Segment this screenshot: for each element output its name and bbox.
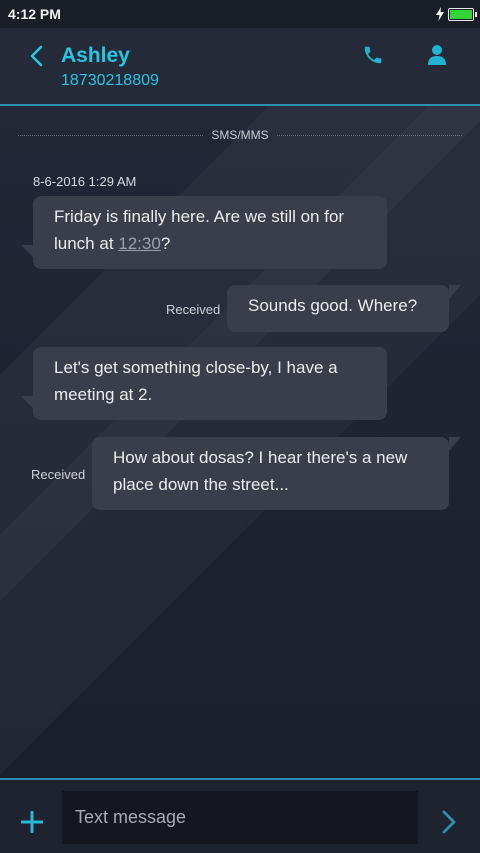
message-text: Let's get something close-by, I have a m… [54, 358, 338, 404]
send-chevron-icon[interactable] [441, 809, 457, 835]
battery-icon [448, 7, 477, 21]
message-composer [0, 778, 480, 853]
message-timestamp: 8-6-2016 1:29 AM [33, 174, 137, 189]
channel-divider: SMS/MMS [18, 126, 462, 144]
plus-icon[interactable] [21, 811, 43, 833]
back-chevron-icon[interactable] [26, 44, 48, 68]
message-bubble-outgoing[interactable]: Sounds good. Where? [227, 285, 461, 332]
status-time: 4:12 PM [8, 6, 61, 22]
time-link[interactable]: 12:30 [118, 234, 161, 253]
contact-name: Ashley [61, 44, 130, 67]
message-bubble-incoming[interactable]: Friday is finally here. Are we still on … [21, 196, 387, 269]
conversation-header: Ashley 18730218809 [0, 28, 480, 106]
message-text: Sounds good. Where? [248, 296, 418, 315]
message-text: How about dosas? I hear there's a new pl… [113, 448, 408, 494]
person-icon[interactable] [427, 44, 447, 66]
channel-label: SMS/MMS [211, 128, 269, 142]
status-bar: 4:12 PM [0, 0, 480, 28]
divider-line-right [276, 134, 462, 136]
phone-icon[interactable] [362, 44, 384, 66]
message-bubble-outgoing[interactable]: How about dosas? I hear there's a new pl… [92, 437, 461, 510]
delivery-status: Received [166, 302, 221, 317]
delivery-status: Received [31, 467, 86, 482]
divider-line-left [18, 134, 204, 136]
charging-icon [436, 7, 444, 21]
status-indicators [436, 7, 477, 21]
message-bubble-incoming[interactable]: Let's get something close-by, I have a m… [21, 347, 387, 420]
message-input[interactable] [62, 791, 418, 844]
contact-number: 18730218809 [61, 72, 159, 89]
message-text: Friday is finally here. Are we still on … [54, 207, 345, 253]
message-text-end: ? [160, 234, 171, 253]
